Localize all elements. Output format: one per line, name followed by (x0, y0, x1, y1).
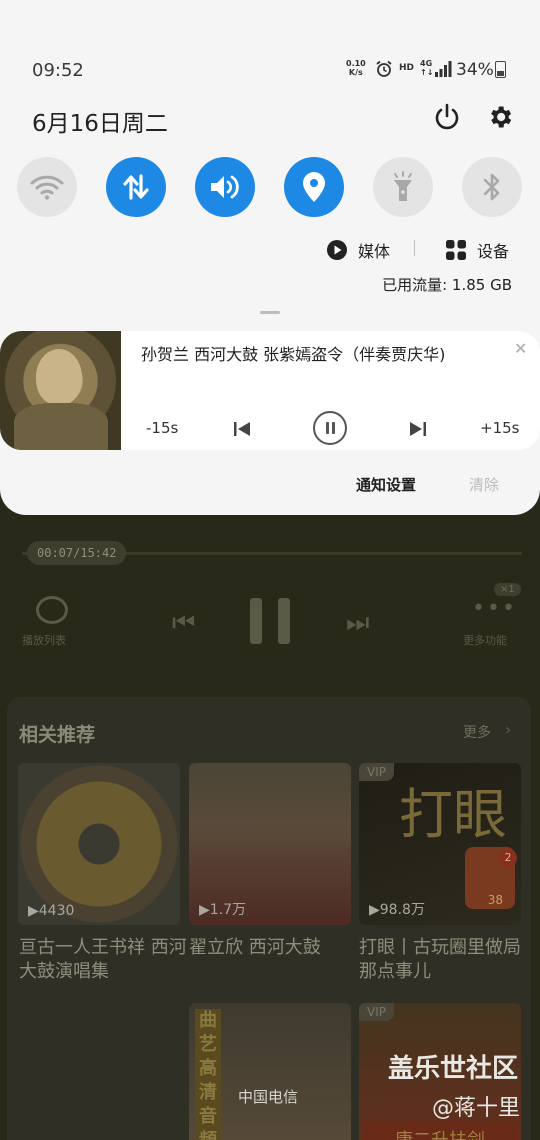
notification-shade: 09:52 0.10 K/s HD 4G ↑↓ 34% 6月16日周二 媒体 设… (0, 0, 540, 515)
album-art-figure (36, 349, 82, 405)
chevron-right-icon[interactable]: › (505, 720, 511, 739)
wifi-toggle[interactable] (17, 157, 77, 217)
playlist-label: 播放列表 (22, 634, 66, 647)
play-count: ▶98.8万 (369, 902, 425, 918)
flashlight-toggle[interactable] (373, 157, 433, 217)
forward-button[interactable]: +15s (480, 419, 519, 437)
divider (414, 240, 415, 256)
media-output-button[interactable]: 媒体 (326, 238, 390, 262)
watermark-user: @蒋十里 (432, 1096, 521, 1121)
previous-track-icon[interactable] (232, 419, 252, 439)
album-title[interactable]: 亘古一人王书祥 西河大鼓演唱集 (19, 936, 189, 984)
battery-percent: 34% (456, 60, 494, 80)
next-track-icon[interactable]: ⏭ (346, 608, 369, 639)
media-label: 媒体 (358, 242, 391, 261)
sound-toggle[interactable] (195, 157, 255, 217)
carrier-label: 中国电信 (238, 1088, 299, 1106)
recommendation-title: 相关推荐 (19, 724, 96, 746)
devices-button[interactable]: 设备 (445, 238, 509, 262)
alarm-icon (376, 60, 392, 77)
media-notification[interactable]: 孙贺兰 西河大鼓 张紫嫣盗令（伴奏贾庆华) ✕ -15s +15s (0, 331, 540, 450)
rewind-button[interactable]: -15s (146, 419, 178, 437)
speaker-icon (211, 175, 239, 199)
bluetooth-icon (483, 173, 500, 201)
badge-count: 2 (499, 849, 517, 867)
play-circle-icon (327, 240, 347, 260)
thumbnail-text: 打眼 (399, 783, 507, 846)
signal-icon (435, 61, 452, 77)
drag-handle[interactable] (260, 311, 280, 314)
album-thumbnail[interactable]: VIP 打眼 2 38 ▶98.8万 (359, 763, 521, 925)
pause-icon[interactable] (250, 598, 290, 644)
battery-icon (495, 61, 506, 78)
wifi-icon (30, 175, 64, 200)
notification-settings-button[interactable]: 通知设置 (356, 474, 416, 495)
date: 6月16日周二 (32, 111, 168, 137)
data-usage: 已用流量: 1.85 GB (382, 276, 512, 294)
location-pin-icon (303, 172, 325, 202)
album-title[interactable]: 打眼丨古玩圈里做局那点事儿 (359, 936, 529, 984)
speed-badge: ×1 (494, 583, 521, 596)
devices-grid-icon (446, 240, 466, 260)
hd-badge: HD (399, 63, 415, 73)
more-link[interactable]: 更多 (463, 722, 491, 742)
flashlight-icon (394, 171, 412, 201)
more-label: 更多功能 (463, 634, 507, 647)
play-count: ▶4430 (28, 903, 75, 919)
location-toggle[interactable] (284, 157, 344, 217)
clock: 09:52 (32, 60, 84, 81)
play-count: ▶1.7万 (199, 902, 247, 918)
album-thumbnail[interactable]: ▶4430 (18, 763, 180, 925)
gear-icon[interactable] (486, 103, 514, 131)
network-type: 4G ↑↓ (420, 59, 434, 77)
album-title[interactable]: 翟立欣 西河大鼓 (189, 936, 359, 960)
bluetooth-toggle[interactable] (462, 157, 522, 217)
thumbnail-text: 曲艺高清音頻 (195, 1009, 221, 1140)
vip-badge: VIP (359, 763, 394, 781)
album-thumbnail[interactable]: 曲艺高清音頻 (189, 1003, 351, 1140)
watermark-site: 盖乐世社区 (388, 1054, 519, 1084)
data-arrows-icon (123, 174, 149, 200)
close-icon[interactable]: ✕ (514, 339, 527, 358)
progress-time: 00:07/15:42 (27, 541, 127, 565)
network-speed: 0.10 K/s (346, 59, 366, 77)
more-dots-icon[interactable]: ••• (472, 596, 517, 621)
playlist-icon[interactable] (36, 596, 68, 624)
song-title: 孙贺兰 西河大鼓 张紫嫣盗令（伴奏贾庆华) (141, 345, 446, 364)
clear-button[interactable]: 清除 (469, 474, 499, 495)
badge-value: 38 (487, 893, 503, 907)
devices-label: 设备 (477, 242, 510, 261)
power-icon[interactable] (432, 102, 462, 132)
mobile-data-toggle[interactable] (106, 157, 166, 217)
thumbnail-text: 康二升扶剑 (363, 1121, 517, 1140)
album-art (0, 331, 121, 450)
previous-track-icon[interactable]: ⏮ (172, 608, 195, 639)
vip-badge: VIP (359, 1003, 394, 1021)
pause-button[interactable] (313, 411, 347, 445)
album-thumbnail[interactable]: ▶1.7万 (189, 763, 351, 925)
next-track-icon[interactable] (408, 419, 428, 439)
album-art-figure-body (14, 403, 108, 450)
